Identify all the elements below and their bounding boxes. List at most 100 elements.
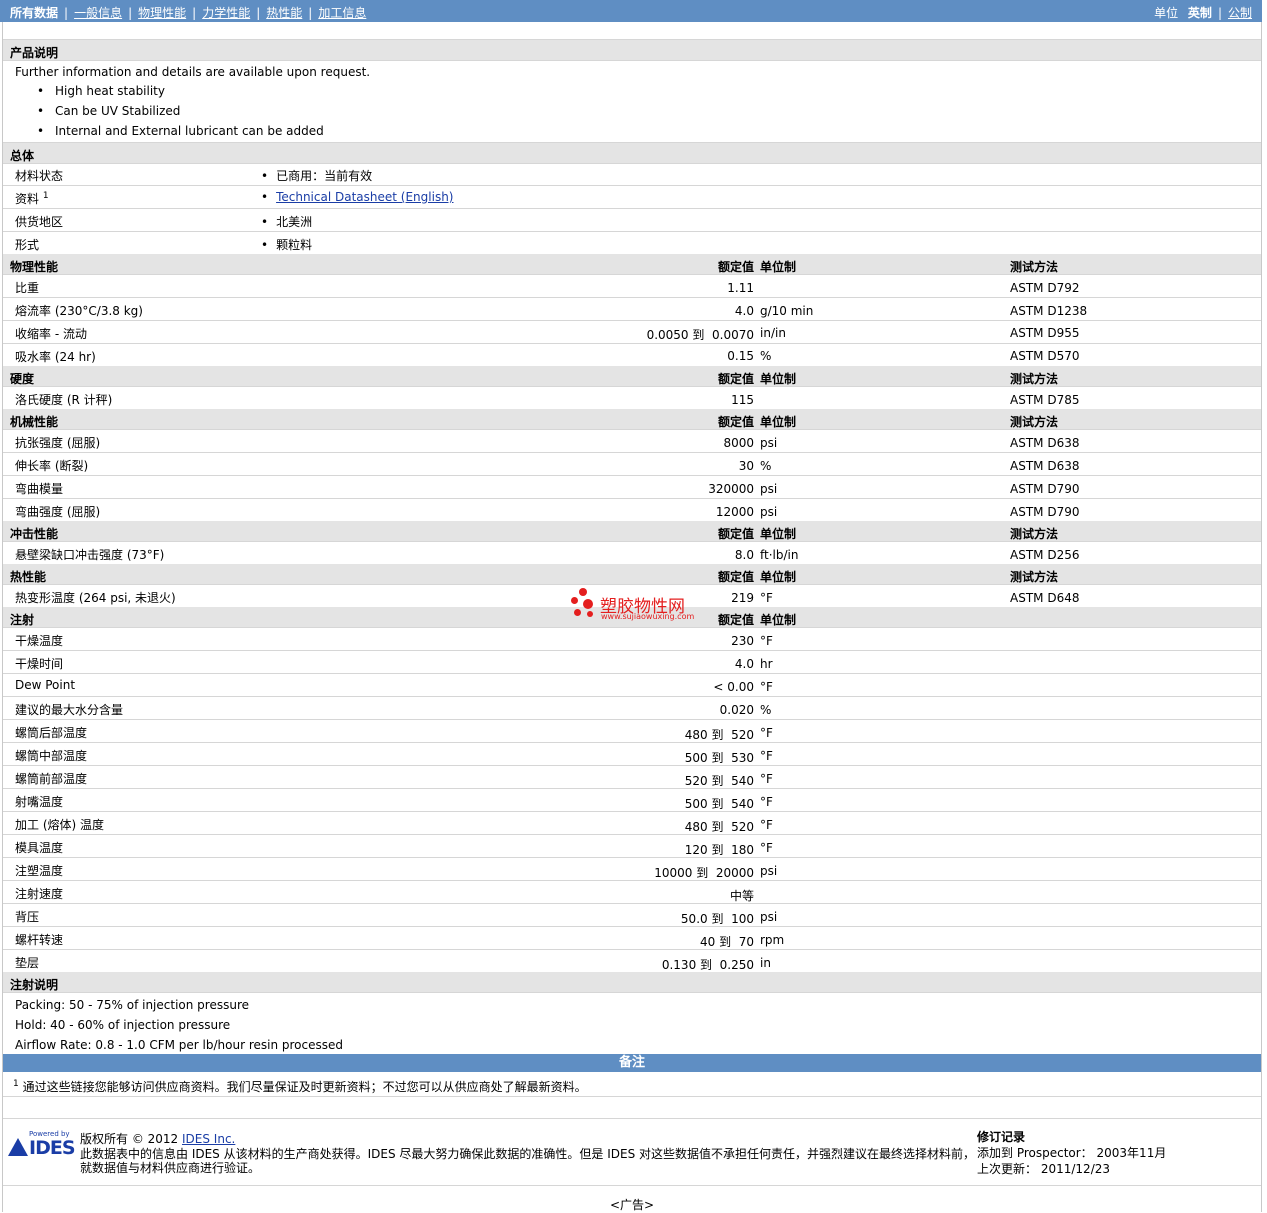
row-unit: °F: [760, 749, 773, 763]
row-label: 背压: [15, 910, 40, 924]
col-header-method: 测试方法: [1010, 570, 1059, 584]
table-row: 螺筒前部温度 520 到 540 °F: [3, 766, 1261, 789]
row-value: 230: [731, 634, 754, 648]
nav-physical[interactable]: 物理性能: [138, 6, 186, 20]
col-header-value: 额定值: [717, 260, 754, 274]
injection-notes-header: 注射说明: [3, 972, 1261, 993]
row-unit: rpm: [760, 933, 785, 947]
revision-updated: 上次更新： 2011/12/23: [977, 1160, 1110, 1177]
row-label: 垫层: [15, 956, 40, 970]
row-label: Dew Point: [15, 678, 76, 692]
col-header-value: 额定值: [717, 415, 754, 429]
table-row: 抗张强度 (屈服) 8000 psi ASTM D638: [3, 430, 1261, 453]
section-title: 热性能: [10, 570, 47, 584]
added-value: 2003年11月: [1096, 1146, 1167, 1160]
row-unit: g/10 min: [760, 304, 814, 318]
row-value: 0.15: [727, 349, 754, 363]
row-label: 模具温度: [15, 841, 64, 855]
nav-mechanical[interactable]: 力学性能: [202, 6, 250, 20]
row-label: 比重: [15, 281, 40, 295]
nav-processing[interactable]: 加工信息: [318, 6, 366, 20]
ides-logo-icon: [8, 1138, 28, 1156]
row-unit: %: [760, 349, 772, 363]
row-value: 120 到 180: [684, 843, 754, 857]
table-row: 垫层 0.130 到 0.250 in: [3, 950, 1261, 973]
added-label: 添加到 Prospector：: [977, 1146, 1093, 1160]
row-label: 熔流率 (230°C/3.8 kg): [15, 304, 143, 318]
row-label: 螺筒后部温度: [15, 726, 88, 740]
row-method: ASTM D570: [1010, 349, 1080, 363]
col-header-unit: 单位制: [760, 570, 797, 584]
row-value: 115: [731, 393, 754, 407]
table-row: 形式 颗粒料: [3, 232, 1261, 255]
table-row: 资料 1 Technical Datasheet (English): [3, 186, 1261, 209]
nav-general-info[interactable]: 一般信息: [74, 6, 122, 20]
col-header-unit: 单位制: [760, 372, 797, 386]
table-row: 收缩率 - 流动 0.0050 到 0.0070 in/in ASTM D955: [3, 321, 1261, 344]
table-row: 弯曲强度 (屈服) 12000 psi ASTM D790: [3, 499, 1261, 522]
row-method: ASTM D638: [1010, 459, 1080, 473]
nav-thermal[interactable]: 热性能: [266, 6, 302, 20]
watermark-url: www.sujiaowuxing.com: [601, 612, 695, 621]
divider: [3, 1118, 1261, 1119]
col-header-unit: 单位制: [760, 527, 797, 541]
unit-switcher: 单位 英制 | 公制: [1154, 6, 1252, 20]
row-value: 1.11: [727, 281, 754, 295]
row-unit: °F: [760, 772, 773, 786]
row-unit: psi: [760, 482, 778, 496]
row-label: 弯曲强度 (屈服): [15, 505, 101, 519]
ad-label: <广告>: [610, 1198, 655, 1212]
row-unit: psi: [760, 864, 778, 878]
row-method: ASTM D790: [1010, 505, 1080, 519]
watermark-logo-icon: [571, 588, 597, 622]
col-header-method: 测试方法: [1010, 372, 1059, 386]
list-item: High heat stability: [15, 81, 324, 101]
row-label: 供货地区: [15, 215, 64, 229]
ides-logo: Powered by IDES: [8, 1130, 76, 1159]
nav-all-data[interactable]: 所有数据: [10, 6, 58, 20]
row-method: ASTM D1238: [1010, 304, 1088, 318]
col-header-unit: 单位制: [760, 260, 797, 274]
disclaimer-line-2: 就数据值与材料供应商进行验证。: [80, 1161, 261, 1175]
row-label: 材料状态: [15, 169, 64, 183]
row-value: 0.130 到 0.250: [661, 958, 754, 972]
row-value: < 0.00: [713, 680, 754, 694]
row-value: 480 到 520: [684, 820, 754, 834]
injection-note: Hold: 40 - 60% of injection pressure: [15, 1018, 231, 1032]
row-label: 加工 (熔体) 温度: [15, 818, 104, 832]
technical-datasheet-link[interactable]: Technical Datasheet (English): [276, 190, 453, 204]
row-method: ASTM D638: [1010, 436, 1080, 450]
physical-section-header: 物理性能 额定值 单位制 测试方法: [3, 254, 1261, 275]
row-unit: °F: [760, 818, 773, 832]
ides-inc-link[interactable]: IDES Inc.: [182, 1132, 235, 1146]
table-row: 背压 50.0 到 100 psi: [3, 904, 1261, 927]
row-unit: °F: [760, 841, 773, 855]
row-label: 干燥时间: [15, 657, 64, 671]
row-method: ASTM D785: [1010, 393, 1080, 407]
row-value: 4.0: [734, 657, 754, 671]
row-unit: psi: [760, 436, 778, 450]
row-label: 螺杆转速: [15, 933, 64, 947]
row-unit: °F: [760, 634, 773, 648]
table-row: 射嘴温度 500 到 540 °F: [3, 789, 1261, 812]
row-label: 抗张强度 (屈服): [15, 436, 101, 450]
section-nav: 所有数据 | 一般信息 | 物理性能 | 力学性能 | 热性能 | 加工信息: [10, 6, 367, 20]
table-row: 吸水率 (24 hr) 0.15 % ASTM D570: [3, 344, 1261, 367]
col-header-value: 额定值: [717, 570, 754, 584]
row-value: 320000: [708, 482, 754, 496]
col-header-unit: 单位制: [760, 415, 797, 429]
row-unit: °F: [760, 726, 773, 740]
row-label: 悬壁梁缺口冲击强度 (73°F): [15, 548, 165, 562]
label-text: 资料: [15, 192, 40, 206]
list-item: Internal and External lubricant can be a…: [15, 121, 324, 141]
general-section-header: 总体: [3, 142, 1261, 164]
col-header-method: 测试方法: [1010, 260, 1059, 274]
table-row: 模具温度 120 到 180 °F: [3, 835, 1261, 858]
unit-metric-link[interactable]: 公制: [1228, 6, 1252, 20]
row-label: 建议的最大水分含量: [15, 703, 124, 717]
section-title: 硬度: [10, 372, 35, 386]
row-unit: ft·lb/in: [760, 548, 799, 562]
row-value: 40 到 70: [700, 935, 754, 949]
revision-header: 修订记录: [977, 1130, 1026, 1144]
row-label: 洛氏硬度 (R 计秤): [15, 393, 113, 407]
